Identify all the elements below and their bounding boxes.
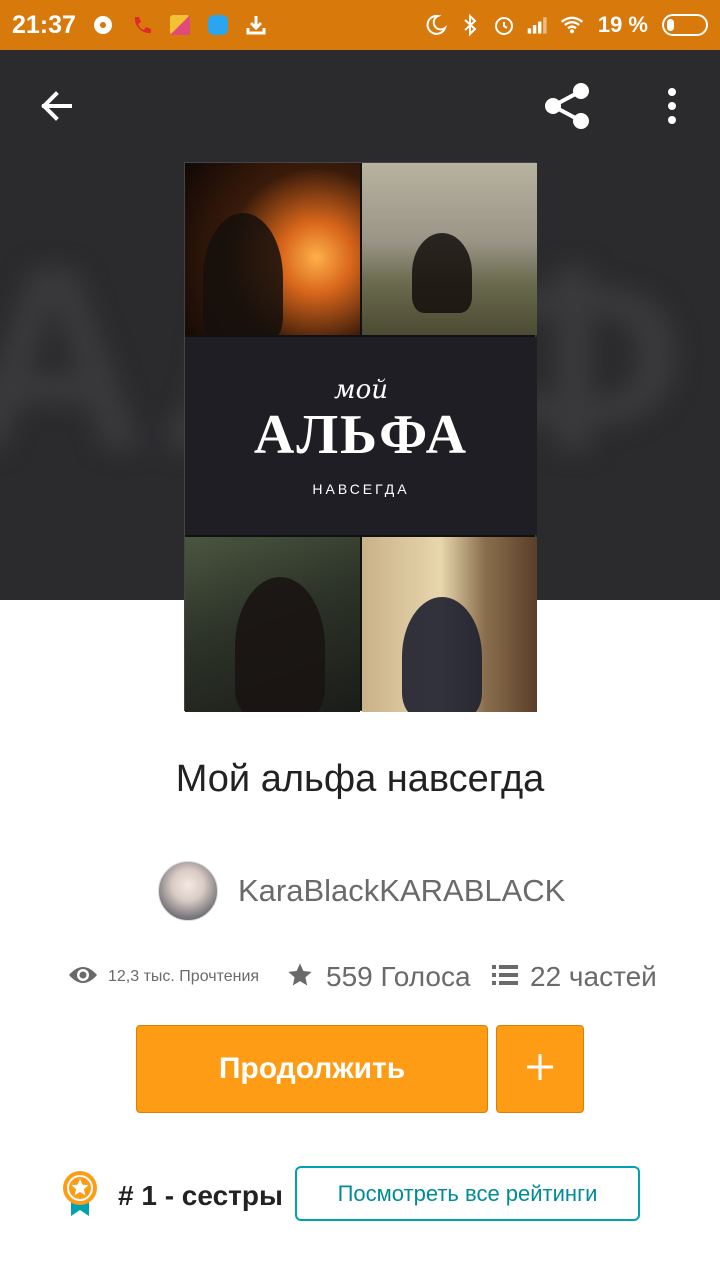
app-notification-icon bbox=[168, 13, 192, 37]
cover-photo-mountain bbox=[362, 163, 537, 335]
avatar[interactable] bbox=[158, 861, 218, 921]
status-time: 21:37 bbox=[12, 10, 76, 39]
battery-level bbox=[667, 19, 674, 31]
parts-count: 22 частей bbox=[530, 961, 657, 992]
reads-stat: 12,3 тыс. Прочтения bbox=[68, 950, 259, 1004]
book-cover[interactable]: мой АЛЬФА НАВСЕГДА bbox=[184, 162, 537, 712]
download-icon bbox=[244, 13, 268, 37]
add-to-library-button[interactable] bbox=[496, 1025, 584, 1113]
author-link[interactable]: KaraBlackKARABLACK bbox=[158, 860, 565, 922]
share-button[interactable] bbox=[540, 80, 596, 136]
signal-icon bbox=[526, 13, 550, 37]
app-notification-icon bbox=[206, 13, 230, 37]
ranking-badge-icon bbox=[60, 1170, 100, 1223]
plus-icon bbox=[525, 1052, 555, 1087]
battery-icon bbox=[662, 14, 708, 36]
ranking: # 1 - сестры bbox=[60, 1168, 283, 1224]
cover-small-title: мой bbox=[334, 375, 388, 405]
cover-subtitle: НАВСЕГДА bbox=[312, 481, 410, 497]
missed-call-icon bbox=[130, 13, 154, 37]
cover-title-block: мой АЛЬФА НАВСЕГДА bbox=[185, 337, 537, 535]
cover-big-title: АЛЬФА bbox=[253, 404, 469, 466]
battery-percent: 19 % bbox=[597, 12, 648, 37]
arrow-left-icon bbox=[36, 86, 76, 131]
back-button[interactable] bbox=[28, 80, 84, 136]
status-bar: 21:37 19 % bbox=[0, 0, 720, 50]
cover-photo-street bbox=[362, 537, 537, 712]
votes-count: 559 Голоса bbox=[326, 961, 471, 992]
status-notification-icons bbox=[92, 13, 268, 37]
author-name[interactable]: KaraBlackKARABLACK bbox=[238, 873, 565, 909]
votes-stat: 559 Голоса bbox=[286, 950, 471, 1004]
book-title: Мой альфа навсегда bbox=[175, 758, 545, 800]
share-icon bbox=[541, 79, 595, 138]
cover-photo-wolf bbox=[185, 537, 360, 712]
more-options-button[interactable] bbox=[644, 80, 700, 136]
download-status-icon bbox=[92, 13, 116, 37]
list-icon bbox=[492, 963, 518, 992]
star-icon bbox=[286, 961, 314, 994]
ranking-text: # 1 - сестры bbox=[118, 1180, 283, 1211]
alarm-icon bbox=[492, 13, 516, 37]
continue-reading-button[interactable]: Продолжить bbox=[136, 1025, 488, 1113]
more-vertical-icon bbox=[666, 86, 678, 131]
parts-stat: 22 частей bbox=[492, 950, 657, 1004]
book-stats: 12,3 тыс. Прочтения 559 Голоса 22 частей bbox=[0, 950, 720, 1004]
cover-photo-fire bbox=[185, 163, 360, 335]
wifi-icon bbox=[560, 13, 584, 37]
moon-icon bbox=[424, 13, 448, 37]
bluetooth-icon bbox=[458, 13, 482, 37]
view-all-rankings-button[interactable]: Посмотреть все рейтинги bbox=[295, 1166, 640, 1221]
status-system-icons: 19 % bbox=[424, 12, 708, 38]
reads-count: 12,3 тыс. Прочтения bbox=[108, 968, 260, 985]
eye-icon bbox=[68, 965, 98, 990]
